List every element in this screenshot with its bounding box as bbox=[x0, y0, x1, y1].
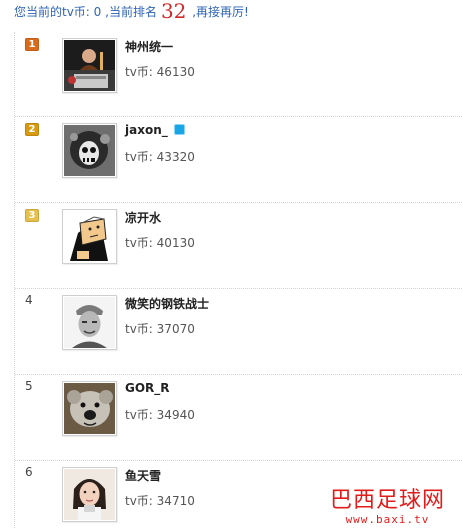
coins-value: 34940 bbox=[156, 408, 195, 422]
user-name[interactable]: 凉开水 bbox=[125, 209, 161, 226]
status-middle: ,当前排名 bbox=[101, 5, 157, 19]
user-name[interactable]: jaxon_ bbox=[125, 123, 168, 137]
avatar-image bbox=[64, 40, 115, 91]
avatar[interactable] bbox=[62, 381, 117, 436]
rank-badge: 2 bbox=[25, 123, 39, 136]
rank-badge: 3 bbox=[25, 209, 39, 222]
coins-value: 40130 bbox=[156, 236, 195, 250]
leaderboard-page: 您当前的tv币: 0 ,当前排名 32 ,再接再厉! 1 神州统一 tv币: 46… bbox=[0, 0, 463, 529]
avatar[interactable] bbox=[62, 209, 117, 264]
list-item: 5 GOR_R tv币: 34940 bbox=[15, 375, 463, 461]
user-name-with-badge: jaxon_ bbox=[125, 123, 185, 137]
user-coins-line: tv币: 46130 bbox=[125, 63, 195, 80]
user-name[interactable]: GOR_R bbox=[125, 381, 170, 395]
leaderboard-list: 1 神州统一 tv币: 46130 2 jaxon_ tv币: 43320 3 … bbox=[14, 32, 463, 529]
avatar[interactable] bbox=[62, 123, 117, 178]
user-coins-line: tv币: 34940 bbox=[125, 406, 195, 423]
avatar-image bbox=[64, 297, 115, 348]
list-item: 1 神州统一 tv币: 46130 bbox=[15, 32, 463, 117]
avatar[interactable] bbox=[62, 295, 117, 350]
coins-label: tv币: bbox=[125, 322, 157, 336]
rank-number: 4 bbox=[25, 293, 33, 307]
watermark-title: 巴西足球网 bbox=[329, 488, 445, 513]
coins-label: tv币: bbox=[125, 236, 157, 250]
avatar-image bbox=[64, 383, 115, 434]
status-prefix: 您当前的tv币: bbox=[14, 5, 94, 19]
avatar[interactable] bbox=[62, 467, 117, 522]
site-watermark: 巴西足球网 www.baxi.tv bbox=[329, 488, 445, 526]
rank-badge: 1 bbox=[25, 38, 39, 51]
user-coins-line: tv币: 43320 bbox=[125, 148, 195, 165]
user-status-line: 您当前的tv币: 0 ,当前排名 32 ,再接再厉! bbox=[14, 0, 249, 21]
user-coins-line: tv币: 40130 bbox=[125, 234, 195, 251]
user-name[interactable]: 微笑的钢铁战士 bbox=[125, 295, 209, 312]
user-name[interactable]: 神州统一 bbox=[125, 38, 173, 55]
verified-icon bbox=[173, 124, 185, 135]
coins-label: tv币: bbox=[125, 150, 157, 164]
user-coins-line: tv币: 37070 bbox=[125, 320, 195, 337]
list-item: 3 凉开水 tv币: 40130 bbox=[15, 203, 463, 289]
status-suffix: ,再接再厉! bbox=[188, 5, 249, 19]
user-rank: 32 bbox=[160, 0, 187, 23]
avatar-image bbox=[64, 211, 115, 262]
coins-value: 34710 bbox=[156, 494, 195, 508]
avatar[interactable] bbox=[62, 38, 117, 93]
user-coins-line: tv币: 34710 bbox=[125, 492, 195, 509]
coins-value: 37070 bbox=[156, 322, 195, 336]
coins-label: tv币: bbox=[125, 408, 157, 422]
coins-value: 46130 bbox=[156, 65, 195, 79]
coins-value: 43320 bbox=[156, 150, 195, 164]
list-item: 2 jaxon_ tv币: 43320 bbox=[15, 117, 463, 203]
rank-number: 5 bbox=[25, 379, 33, 393]
coins-label: tv币: bbox=[125, 494, 157, 508]
list-item: 4 微笑的钢铁战士 tv币: 37070 bbox=[15, 289, 463, 375]
avatar-image bbox=[64, 469, 115, 520]
coins-label: tv币: bbox=[125, 65, 157, 79]
avatar-image bbox=[64, 125, 115, 176]
watermark-url: www.baxi.tv bbox=[345, 513, 430, 526]
user-name[interactable]: 鱼天雪 bbox=[125, 467, 161, 484]
rank-number: 6 bbox=[25, 465, 33, 479]
